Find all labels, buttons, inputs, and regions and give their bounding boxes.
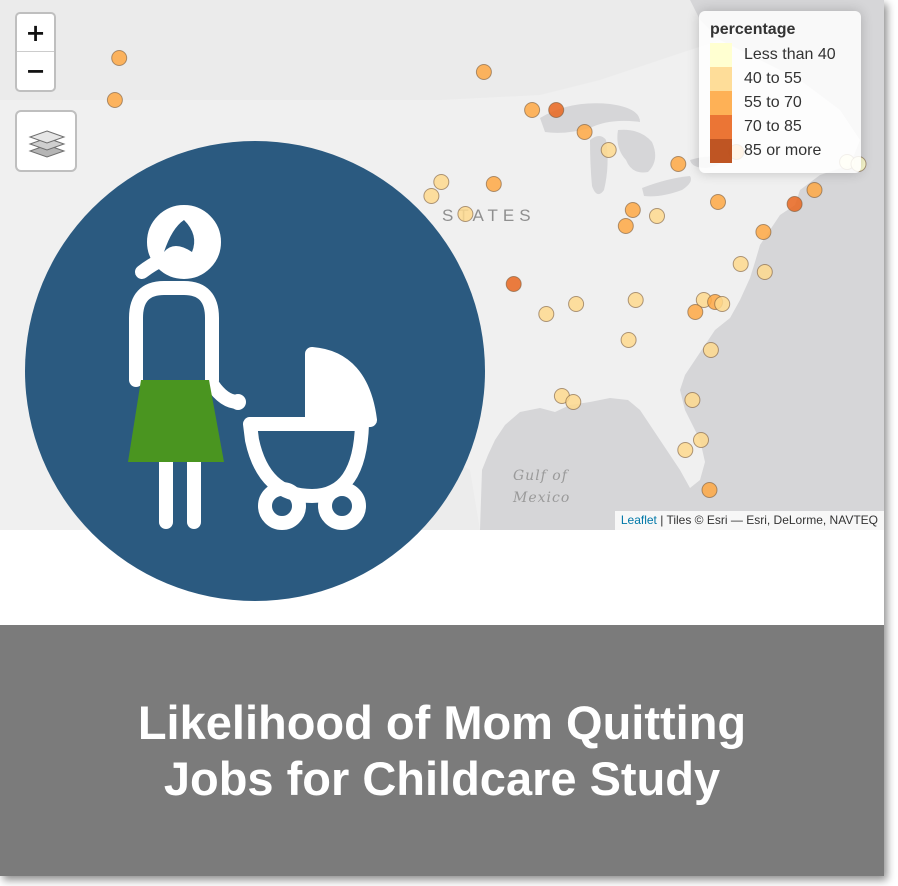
legend-item: 70 to 85 <box>710 115 851 139</box>
map-legend: percentage Less than 40 40 to 55 55 to 70 7… <box>699 11 861 173</box>
map-marker[interactable] <box>565 394 582 410</box>
map-marker[interactable] <box>620 332 637 348</box>
map-marker[interactable] <box>475 64 492 80</box>
legend-swatch <box>710 67 732 91</box>
map-marker[interactable] <box>684 392 701 408</box>
map-marker[interactable] <box>702 342 719 358</box>
map-marker[interactable] <box>548 102 565 118</box>
map-marker[interactable] <box>576 124 593 140</box>
legend-label: 85 or more <box>744 142 822 159</box>
legend-label: 55 to 70 <box>744 94 802 111</box>
map-marker[interactable] <box>806 182 823 198</box>
leaflet-link[interactable]: Leaflet <box>621 513 657 527</box>
thumbnail-card: STATES Gulf of Mexico + − percentage Les… <box>0 0 884 876</box>
map-marker[interactable] <box>505 276 522 292</box>
map-marker[interactable] <box>600 142 617 158</box>
map-marker[interactable] <box>786 196 803 212</box>
map-marker[interactable] <box>568 296 585 312</box>
legend-title: percentage <box>710 21 796 38</box>
map-marker[interactable] <box>485 176 502 192</box>
legend-label: 70 to 85 <box>744 118 802 135</box>
legend-label: 40 to 55 <box>744 70 802 87</box>
legend-swatch <box>710 139 732 163</box>
map-marker[interactable] <box>670 156 687 172</box>
map-marker[interactable] <box>677 442 694 458</box>
legend-swatch <box>710 43 732 67</box>
map-marker[interactable] <box>756 264 773 280</box>
legend-item: 55 to 70 <box>710 91 851 115</box>
map-marker[interactable] <box>755 224 772 240</box>
legend-item: 85 or more <box>710 139 851 163</box>
map-marker[interactable] <box>710 194 726 210</box>
map-marker[interactable] <box>714 296 731 312</box>
banner-title-line2: Jobs for Childcare Study <box>163 751 721 805</box>
map-marker[interactable] <box>627 292 644 308</box>
zoom-control: + − <box>15 12 56 92</box>
banner-title-line1: Likelihood of Mom Quitting <box>137 695 747 749</box>
legend-item: Less than 40 <box>710 43 851 67</box>
zoom-in-button[interactable]: + <box>17 14 54 52</box>
map-marker[interactable] <box>693 432 709 448</box>
legend-item: 40 to 55 <box>710 67 851 91</box>
map-marker[interactable] <box>111 50 128 66</box>
map-marker[interactable] <box>732 256 749 272</box>
zoom-out-button[interactable]: − <box>17 52 54 90</box>
title-banner: Likelihood of Mom Quitting Jobs for Chil… <box>0 625 884 876</box>
legend-swatch <box>710 91 732 115</box>
map-marker[interactable] <box>524 102 541 118</box>
attribution-text: | Tiles © Esri — Esri, DeLorme, NAVTEQ <box>656 513 878 527</box>
map-marker[interactable] <box>687 304 704 320</box>
legend-label: Less than 40 <box>744 46 836 63</box>
map-marker[interactable] <box>538 306 555 322</box>
map-marker[interactable] <box>649 208 665 224</box>
map-attribution: Leaflet | Tiles © Esri — Esri, DeLorme, … <box>614 511 884 530</box>
map-marker[interactable] <box>624 202 641 218</box>
mom-stroller-badge <box>25 141 485 601</box>
legend-swatch <box>710 115 732 139</box>
map-marker[interactable] <box>106 92 123 108</box>
map-marker[interactable] <box>617 218 634 234</box>
map-marker[interactable] <box>701 482 718 498</box>
